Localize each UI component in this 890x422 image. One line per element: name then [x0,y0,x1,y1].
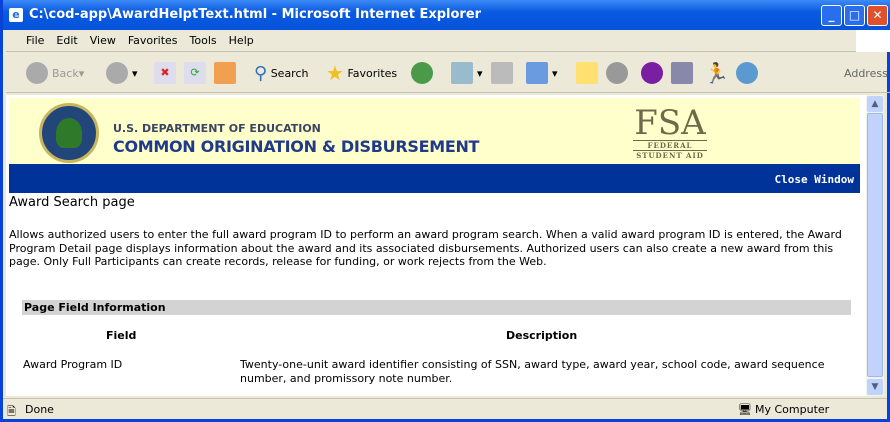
back-arrow-icon [26,62,48,84]
maximize-button[interactable]: □ [844,5,865,26]
refresh-button[interactable]: ⟳ [184,61,210,85]
mail-icon [451,62,473,84]
search-label: Search [270,66,309,80]
status-bar: 🗎 Done 🖥 My Computer [3,398,887,419]
favorites-button[interactable]: ★ Favorites [326,61,397,85]
research-button[interactable] [606,61,632,85]
department-name: U.S. DEPARTMENT OF EDUCATION [113,122,321,135]
fsa-text: FSA [634,103,706,143]
windows-logo-icon [856,30,890,52]
menu-file[interactable]: File [26,34,44,47]
column-header-description: Description [506,329,578,342]
section-header: Page Field Information [22,300,851,315]
scroll-thumb[interactable] [867,113,883,377]
back-button[interactable]: Back ▾ [26,61,84,85]
menu-bar: File Edit View Favorites Tools Help [6,30,890,52]
ie-icon: e [9,8,23,22]
table-row-description: Twenty-one-unit award identifier consist… [240,358,825,385]
home-button[interactable] [214,61,240,85]
mail-button[interactable]: ▾ [451,61,483,85]
history-icon [411,62,433,84]
zone-text: My Computer [755,403,830,416]
menu-favorites[interactable]: Favorites [128,34,178,47]
books-icon [671,62,693,84]
header-banner: U.S. DEPARTMENT OF EDUCATION COMMON ORIG… [9,98,860,164]
toolbar: Back ▾ ▾ ✖ ⟳ ⚲ Search ★ Favorites ▾ ▾ 🏃 … [6,53,890,93]
back-label: Back [52,66,79,80]
page-description: Allows authorized users to enter the ful… [9,228,842,268]
computer-icon: 🖥 [738,403,752,416]
note-icon [576,62,598,84]
scroll-down-button[interactable]: ▼ [867,379,883,395]
history-button[interactable] [411,61,437,85]
messenger-button[interactable] [736,61,762,85]
forward-arrow-icon [106,62,128,84]
forward-button[interactable]: ▾ [106,61,138,85]
aim-runner-icon: 🏃 [704,61,729,85]
favorites-label: Favorites [347,66,398,80]
window-title: C:\cod-app\AwardHelptText.html - Microso… [29,7,482,22]
fsa-logo: FSA FEDERAL STUDENT AID [633,106,707,160]
nav-bar: Close Window [9,164,860,193]
department-seal-logo [39,103,99,163]
page-heading: Award Search page [9,195,135,210]
aim-button[interactable]: 🏃 [704,61,729,85]
print-button[interactable] [491,61,517,85]
close-window-link[interactable]: Close Window [775,173,854,186]
discuss-button[interactable] [671,61,697,85]
yahoo-button[interactable] [641,61,667,85]
menu-view[interactable]: View [90,34,116,47]
page-icon: 🗎 [7,405,16,418]
research-icon [606,62,628,84]
search-button[interactable]: ⚲ Search [254,61,308,85]
fsa-student-aid: STUDENT AID [633,150,707,160]
print-icon [491,62,513,84]
search-icon: ⚲ [254,62,268,84]
title-bar: e C:\cod-app\AwardHelptText.html - Micro… [3,0,890,30]
home-icon [214,62,236,84]
note-button[interactable] [576,61,602,85]
stop-button[interactable]: ✖ [154,61,180,85]
vertical-scrollbar[interactable]: ▲ ▼ [866,95,884,396]
address-label: Address [844,66,888,80]
messenger-icon [736,62,758,84]
menu-tools[interactable]: Tools [190,34,217,47]
page-content: U.S. DEPARTMENT OF EDUCATION COMMON ORIG… [6,95,866,396]
menu-edit[interactable]: Edit [56,34,77,47]
edit-icon [526,62,548,84]
refresh-icon: ⟳ [184,62,206,84]
yahoo-icon [641,62,663,84]
close-button[interactable]: ✕ [867,5,888,26]
status-text: Done [25,403,54,416]
stop-icon: ✖ [154,62,176,84]
minimize-button[interactable]: _ [821,5,842,26]
table-row-field: Award Program ID [23,358,123,371]
edit-button[interactable]: ▾ [526,61,558,85]
column-header-field: Field [106,329,137,342]
program-name: COMMON ORIGINATION & DISBURSEMENT [113,137,480,156]
menu-help[interactable]: Help [229,34,254,47]
scroll-up-button[interactable]: ▲ [867,96,883,112]
star-icon: ★ [326,61,344,85]
